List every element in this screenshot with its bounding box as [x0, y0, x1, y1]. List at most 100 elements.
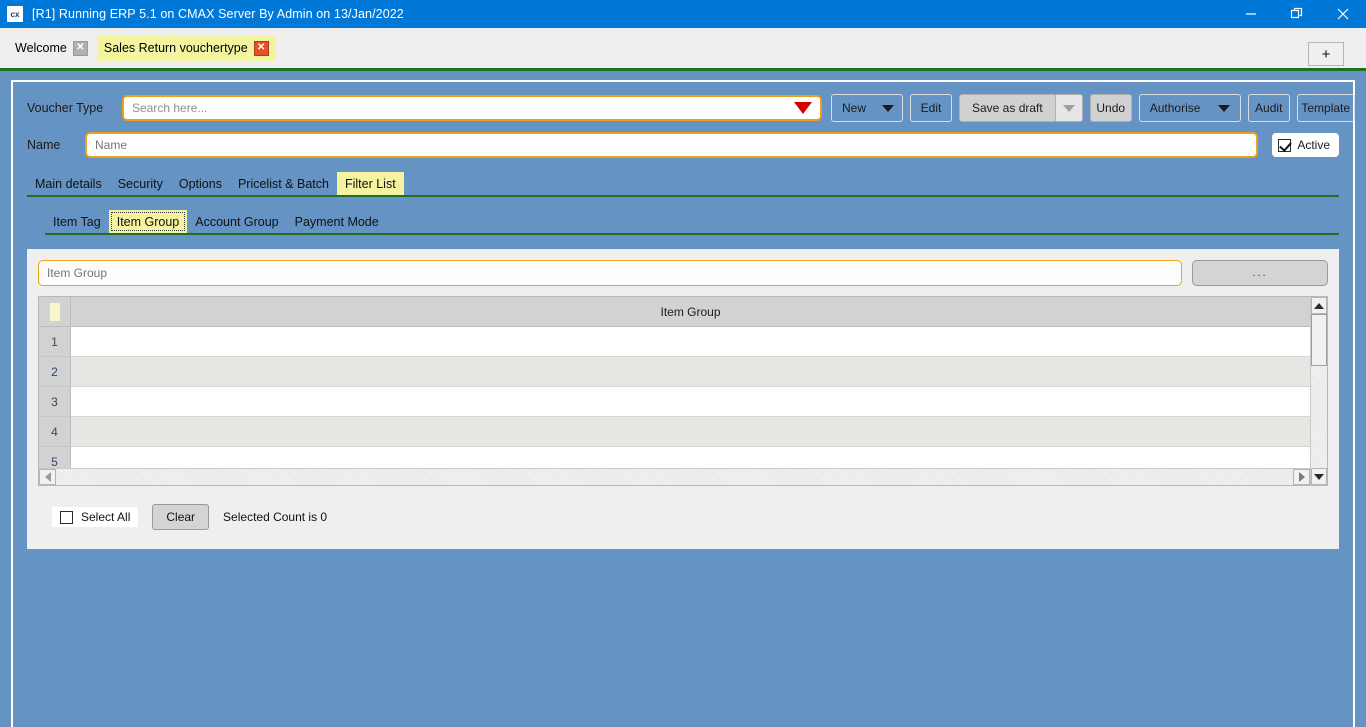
scroll-up-icon[interactable]: [1311, 297, 1327, 314]
row-number: 5: [39, 447, 71, 468]
active-checkbox-container[interactable]: Active: [1272, 133, 1339, 157]
row-number: 3: [39, 387, 71, 417]
checkbox-icon[interactable]: [60, 510, 73, 524]
grid-horizontal-scrollbar[interactable]: [39, 468, 1310, 485]
grid-main: Item Group 1 2 3 4 5: [39, 297, 1310, 485]
vertical-scroll-thumb[interactable]: [1311, 314, 1327, 366]
grid-corner-cell[interactable]: [39, 297, 71, 326]
name-row: Name Active: [27, 132, 1339, 158]
table-row[interactable]: 4: [39, 417, 1310, 447]
new-button-label: New: [842, 101, 867, 115]
tab-main-details[interactable]: Main details: [27, 172, 110, 195]
tab-account-group[interactable]: Account Group: [187, 210, 286, 233]
action-toolbar: New Edit Save as draft Undo Authorise Au…: [831, 94, 1355, 122]
grid-vertical-scrollbar[interactable]: [1310, 297, 1327, 485]
minimize-icon[interactable]: [1228, 0, 1274, 28]
grid-rows: 1 2 3 4 5: [39, 327, 1310, 468]
tab-item-tag[interactable]: Item Tag: [45, 210, 109, 233]
audit-button[interactable]: Audit: [1247, 94, 1290, 122]
sub-tab-row: Item Tag Item Group Account Group Paymen…: [27, 197, 1339, 235]
row-number: 4: [39, 417, 71, 447]
select-all-container[interactable]: Select All: [52, 507, 139, 527]
document-tab-welcome[interactable]: Welcome ✕: [8, 35, 95, 61]
item-group-search-input[interactable]: [38, 260, 1182, 286]
document-tab-sales-return-vouchertype[interactable]: Sales Return vouchertype ✕: [96, 35, 276, 61]
row-cell-item-group[interactable]: [71, 387, 1310, 417]
scroll-right-icon[interactable]: [1293, 469, 1310, 485]
grid-header-row: Item Group: [39, 297, 1310, 327]
close-icon[interactable]: ✕: [253, 40, 269, 56]
tab-item-group[interactable]: Item Group: [108, 210, 188, 233]
table-row[interactable]: 2: [39, 357, 1310, 387]
vertical-scroll-track[interactable]: [1311, 366, 1327, 468]
name-input[interactable]: [85, 132, 1259, 158]
save-as-draft-split-button[interactable]: Save as draft: [959, 94, 1083, 122]
voucher-type-label: Voucher Type: [27, 101, 104, 115]
window-controls: [1228, 0, 1366, 28]
scroll-down-icon[interactable]: [1311, 468, 1327, 485]
document-tab-label: Welcome: [15, 41, 67, 55]
grid-corner-marker: [49, 302, 60, 321]
add-tab-button[interactable]: +: [1308, 42, 1344, 66]
workspace: Voucher Type New Edit Save as draft: [0, 71, 1366, 727]
checkbox-icon[interactable]: [1278, 138, 1292, 152]
audit-button-label: Audit: [1255, 101, 1283, 115]
undo-button[interactable]: Undo: [1089, 94, 1132, 122]
window-title: [R1] Running ERP 5.1 on CMAX Server By A…: [32, 7, 404, 21]
tab-pricelist-and-batch[interactable]: Pricelist & Batch: [230, 172, 337, 195]
tab-security[interactable]: Security: [110, 172, 171, 195]
row-cell-item-group[interactable]: [71, 417, 1310, 447]
authorise-button-label: Authorise: [1149, 101, 1201, 115]
edit-button[interactable]: Edit: [910, 94, 952, 122]
chevron-down-icon: [1062, 104, 1075, 112]
chevron-down-icon: [882, 104, 895, 112]
sub-tab-bar: Item Tag Item Group Account Group Paymen…: [45, 210, 1339, 235]
item-group-grid: Item Group 1 2 3 4 5: [38, 296, 1328, 486]
template-button[interactable]: Template: [1296, 94, 1355, 122]
grid-column-header-item-group[interactable]: Item Group: [71, 297, 1310, 326]
voucher-type-search-input[interactable]: [122, 95, 822, 121]
close-icon[interactable]: [1320, 0, 1366, 28]
window-title-bar: cx [R1] Running ERP 5.1 on CMAX Server B…: [0, 0, 1366, 28]
main-tab-bar: Main details Security Options Pricelist …: [27, 172, 1339, 197]
clear-button[interactable]: Clear: [152, 504, 210, 530]
app-logo-icon: cx: [7, 6, 23, 22]
save-as-draft-dropdown-button[interactable]: [1054, 94, 1083, 122]
horizontal-scroll-track[interactable]: [56, 469, 1293, 485]
edit-button-label: Edit: [920, 101, 942, 115]
row-cell-item-group[interactable]: [71, 447, 1310, 468]
form-panel: Voucher Type New Edit Save as draft: [11, 80, 1355, 727]
table-row[interactable]: 1: [39, 327, 1310, 357]
item-group-browse-button[interactable]: ...: [1192, 260, 1328, 286]
select-all-label: Select All: [81, 510, 131, 524]
item-group-search-row: ...: [38, 260, 1328, 286]
selected-count-label: Selected Count is 0: [223, 510, 328, 524]
voucher-type-combo[interactable]: [122, 95, 822, 121]
name-label: Name: [27, 138, 61, 152]
table-row[interactable]: 5: [39, 447, 1310, 468]
template-button-label: Template: [1301, 101, 1351, 115]
new-button[interactable]: New: [831, 94, 903, 122]
voucher-type-row: Voucher Type New Edit Save as draft: [27, 94, 1355, 122]
close-icon[interactable]: ✕: [72, 40, 88, 56]
tab-options[interactable]: Options: [171, 172, 230, 195]
undo-button-label: Undo: [1096, 101, 1126, 115]
maximize-restore-icon[interactable]: [1274, 0, 1320, 28]
document-tab-strip: Welcome ✕ Sales Return vouchertype ✕ +: [0, 28, 1366, 68]
authorise-button[interactable]: Authorise: [1138, 94, 1241, 122]
active-label: Active: [1297, 138, 1330, 152]
grid-body-wrapper: Item Group 1 2 3 4 5: [39, 297, 1327, 485]
save-as-draft-button[interactable]: Save as draft: [959, 94, 1055, 122]
row-cell-item-group[interactable]: [71, 327, 1310, 357]
row-number: 2: [39, 357, 71, 387]
save-as-draft-label: Save as draft: [972, 101, 1043, 115]
tab-filter-list[interactable]: Filter List: [336, 172, 404, 195]
tab-payment-mode[interactable]: Payment Mode: [287, 210, 387, 233]
row-cell-item-group[interactable]: [71, 357, 1310, 387]
item-group-footer: Select All Clear Selected Count is 0: [38, 504, 1328, 530]
table-row[interactable]: 3: [39, 387, 1310, 417]
document-tab-label: Sales Return vouchertype: [103, 41, 248, 55]
chevron-down-icon: [1217, 104, 1230, 112]
row-number: 1: [39, 327, 71, 357]
scroll-left-icon[interactable]: [39, 469, 56, 485]
